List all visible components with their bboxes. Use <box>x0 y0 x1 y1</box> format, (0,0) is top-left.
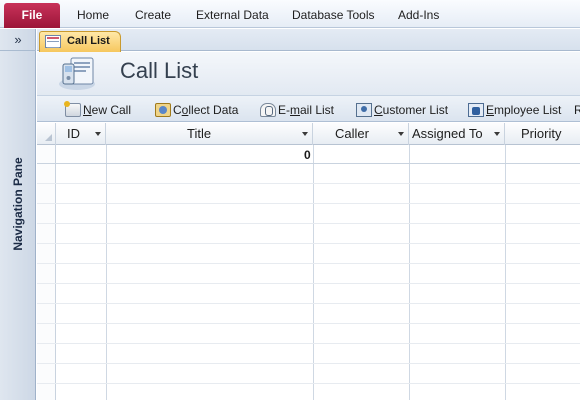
nav-pane-label-area: Navigation Pane <box>0 89 36 319</box>
tab-add-ins[interactable]: Add-Ins <box>398 3 439 27</box>
collect-data-label-key: o <box>181 103 189 117</box>
sort-filter-arrow-icon[interactable] <box>95 132 101 136</box>
nav-pane-expand-button[interactable]: » <box>0 29 36 51</box>
document-window: Call List Call List New Call Co llect Dat… <box>37 29 580 400</box>
new-call-button[interactable]: New Call <box>64 101 132 119</box>
nav-pane-label: Navigation Pane <box>11 157 25 251</box>
tab-call-list[interactable]: Call List <box>39 31 121 52</box>
table-row[interactable] <box>37 345 580 364</box>
ribbon-tab-bar: File Home Create External Data Database … <box>0 0 580 28</box>
email-list-label-key: m <box>290 103 300 117</box>
overflow-command-label: R <box>574 103 580 117</box>
employee-list-icon <box>468 103 484 117</box>
table-row[interactable] <box>37 185 580 204</box>
overflow-command-button[interactable]: R <box>574 101 580 119</box>
employee-list-label-post: mployee List <box>494 103 562 117</box>
tab-create[interactable]: Create <box>135 3 171 27</box>
collect-data-label-post: llect Data <box>188 103 239 117</box>
tab-call-list-label: Call List <box>67 35 110 47</box>
column-header-id-label: ID <box>67 126 80 141</box>
email-list-label-pre: E- <box>278 103 290 117</box>
table-row[interactable] <box>37 305 580 324</box>
new-call-label-post: ew Call <box>91 103 132 117</box>
collect-data-icon <box>155 103 171 117</box>
table-row[interactable] <box>37 225 580 244</box>
new-call-label-key: N <box>83 103 92 117</box>
form-title: Call List <box>120 58 199 83</box>
column-header-title-label: Title <box>187 126 212 141</box>
column-header-priority-label: Priority <box>521 126 562 141</box>
column-header-priority[interactable]: Priority <box>505 123 580 145</box>
employee-list-button[interactable]: Employee List <box>468 101 561 119</box>
column-header-caller-label: Caller <box>335 126 369 141</box>
table-row[interactable] <box>37 285 580 304</box>
sort-filter-arrow-icon[interactable] <box>494 132 500 136</box>
select-all-corner[interactable] <box>37 123 56 145</box>
email-list-icon <box>260 103 276 117</box>
table-row[interactable] <box>37 265 580 284</box>
column-header-title[interactable]: Title <box>106 123 313 145</box>
document-tab-strip: Call List <box>37 29 580 52</box>
employee-list-label-key: E <box>486 103 495 117</box>
table-row[interactable] <box>37 325 580 344</box>
table-row[interactable] <box>37 365 580 384</box>
customer-list-button[interactable]: Customer List <box>356 101 448 119</box>
tab-home[interactable]: Home <box>77 3 109 27</box>
new-call-icon <box>64 101 81 117</box>
table-row[interactable] <box>37 165 580 184</box>
table-row[interactable] <box>37 205 580 224</box>
file-tab[interactable]: File <box>4 3 60 28</box>
column-header-id[interactable]: ID <box>57 123 106 145</box>
collect-data-button[interactable]: Co llect Data <box>155 101 238 119</box>
datasheet-grid[interactable]: ID Title Caller Assigned To Priority 0 <box>37 123 580 400</box>
table-row[interactable] <box>37 385 580 400</box>
column-header-assigned-to-label: Assigned To <box>412 126 483 141</box>
collect-data-label-pre: C <box>173 103 182 117</box>
tab-database-tools[interactable]: Database Tools <box>292 3 375 27</box>
customer-list-label-post: ustomer List <box>382 103 449 117</box>
column-header-row: ID Title Caller Assigned To Priority <box>37 123 580 145</box>
email-list-label-post: ail List <box>300 103 335 117</box>
tab-external-data[interactable]: External Data <box>196 3 269 27</box>
table-row[interactable] <box>37 245 580 264</box>
title-cell-value[interactable]: 0 <box>304 148 311 162</box>
navigation-pane[interactable]: » Navigation Pane <box>0 29 36 400</box>
command-bar: New Call Co llect Data E-m ail List Custom… <box>37 95 580 122</box>
form-header: Call List <box>37 52 580 95</box>
email-list-button[interactable]: E-m ail List <box>260 101 334 119</box>
column-header-caller[interactable]: Caller <box>313 123 409 145</box>
customer-list-label-key: C <box>374 103 383 117</box>
column-header-assigned-to[interactable]: Assigned To <box>409 123 505 145</box>
customer-list-icon <box>356 103 372 117</box>
form-icon <box>45 35 61 48</box>
phone-contact-icon <box>59 57 95 90</box>
sort-filter-arrow-icon[interactable] <box>302 132 308 136</box>
sort-filter-arrow-icon[interactable] <box>398 132 404 136</box>
